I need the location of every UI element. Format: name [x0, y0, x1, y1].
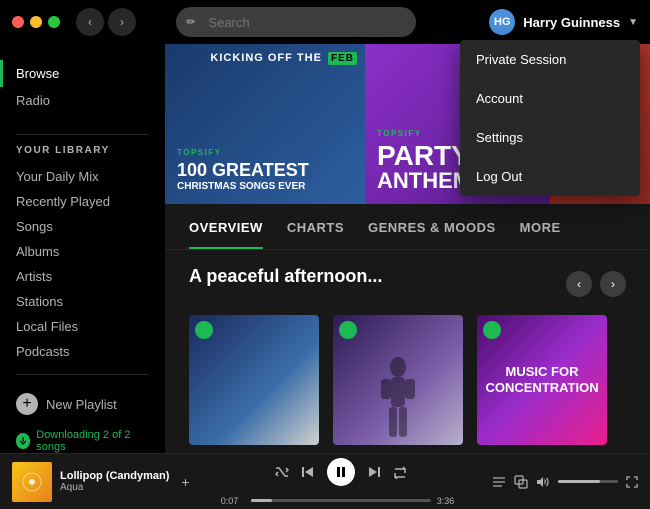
- tab-overview[interactable]: OVERVIEW: [189, 220, 263, 249]
- spotify-icon: [483, 321, 501, 339]
- sidebar: Browse Radio YOUR LIBRARY Your Daily Mix…: [0, 44, 165, 453]
- player-bar: Lollipop (Candyman) Aqua +: [0, 453, 650, 509]
- back-button[interactable]: ‹: [76, 8, 104, 36]
- queue-button[interactable]: [492, 475, 506, 489]
- hero-card1-title: 100 GREATEST: [177, 161, 353, 181]
- user-menu-trigger[interactable]: HG Harry Guinness ▼: [489, 9, 638, 35]
- repeat-button[interactable]: [393, 465, 407, 479]
- sidebar-item-albums[interactable]: Albums: [16, 239, 149, 264]
- volume-fill: [558, 480, 600, 483]
- play-pause-button[interactable]: [327, 458, 355, 486]
- spotify-icon: [195, 321, 213, 339]
- card-chilled-jazz[interactable]: Chilled Jazz Playlist: [333, 315, 463, 453]
- sidebar-divider-2: [16, 374, 149, 375]
- sidebar-divider-1: [16, 134, 149, 135]
- volume-button[interactable]: [536, 475, 550, 489]
- previous-button[interactable]: [301, 465, 315, 479]
- sidebar-library: Your Daily Mix Recently Played Songs Alb…: [0, 164, 165, 364]
- sidebar-item-stations[interactable]: Stations: [16, 289, 149, 314]
- sidebar-item-local-files[interactable]: Local Files: [16, 314, 149, 339]
- dropdown-item-logout[interactable]: Log Out: [460, 157, 640, 196]
- dropdown-item-account[interactable]: Account: [460, 79, 640, 118]
- devices-button[interactable]: [514, 475, 528, 489]
- plus-icon: +: [16, 393, 38, 415]
- chevron-down-icon: ▼: [628, 17, 638, 28]
- next-button[interactable]: [367, 465, 381, 479]
- player-buttons: [275, 458, 407, 486]
- progress-fill: [251, 499, 273, 502]
- maximize-button[interactable]: [48, 16, 60, 28]
- avatar: HG: [489, 9, 515, 35]
- progress-bar[interactable]: 0:07 3:36: [221, 496, 461, 506]
- username-label: Harry Guinness: [523, 15, 620, 30]
- player-track-title: Lollipop (Candyman): [60, 470, 169, 482]
- nav-buttons: ‹ ›: [76, 8, 136, 36]
- player-right-controls: [492, 475, 638, 489]
- progress-track[interactable]: [251, 499, 431, 502]
- minimize-button[interactable]: [30, 16, 42, 28]
- sidebar-main-nav: Browse Radio: [0, 60, 165, 114]
- dropdown-item-settings[interactable]: Settings: [460, 118, 640, 157]
- shuffle-button[interactable]: [275, 465, 289, 479]
- tab-genres-moods[interactable]: GENRES & MOODS: [368, 220, 496, 249]
- sidebar-section-label: YOUR LIBRARY: [0, 145, 165, 156]
- section-header: A peaceful afternoon... ‹ ›: [189, 266, 626, 301]
- sidebar-item-artists[interactable]: Artists: [16, 264, 149, 289]
- dropdown-menu: Private Session Account Settings Log Out: [460, 40, 640, 196]
- player-controls: 0:07 3:36: [198, 458, 484, 506]
- download-icon: [16, 433, 30, 449]
- spotify-icon: [339, 321, 357, 339]
- traffic-lights: [12, 16, 60, 28]
- fullscreen-button[interactable]: [626, 476, 638, 488]
- hero-card1-subtitle: CHRISTMAS SONGS EVER: [177, 181, 353, 192]
- concentration-card-text: Music ForConcentration: [479, 364, 604, 395]
- total-time: 3:36: [437, 496, 461, 506]
- title-bar: ‹ › ✏ HG Harry Guinness ▼: [0, 0, 650, 44]
- player-artist: Aqua: [60, 482, 169, 493]
- album-art: [12, 462, 52, 502]
- forward-button[interactable]: ›: [108, 8, 136, 36]
- sidebar-item-songs[interactable]: Songs: [16, 214, 149, 239]
- sidebar-item-radio[interactable]: Radio: [16, 87, 149, 114]
- volume-bar[interactable]: [558, 480, 618, 483]
- sidebar-item-daily-mix[interactable]: Your Daily Mix: [16, 164, 149, 189]
- prev-arrow-button[interactable]: ‹: [566, 271, 592, 297]
- browse-section: A peaceful afternoon... ‹ › Peaceful Pia…: [165, 250, 650, 453]
- search-input[interactable]: [176, 7, 416, 37]
- player-info: Lollipop (Candyman) Aqua: [60, 470, 169, 493]
- sidebar-item-podcasts[interactable]: Podcasts: [16, 339, 149, 364]
- cards-row: Peaceful Piano Playlist: [189, 315, 626, 453]
- next-arrow-button[interactable]: ›: [600, 271, 626, 297]
- card-peaceful-piano[interactable]: Peaceful Piano Playlist: [189, 315, 319, 453]
- card-music-concentration[interactable]: Music ForConcentration Music For Concent…: [477, 315, 607, 453]
- tab-more[interactable]: MORE: [520, 220, 561, 249]
- dropdown-item-private-session[interactable]: Private Session: [460, 40, 640, 79]
- search-bar: ✏: [176, 7, 416, 37]
- section-title: A peaceful afternoon...: [189, 266, 382, 287]
- tabs-bar: OVERVIEW CHARTS GENRES & MOODS MORE: [165, 204, 650, 250]
- close-button[interactable]: [12, 16, 24, 28]
- tab-charts[interactable]: CHARTS: [287, 220, 344, 249]
- sidebar-item-browse[interactable]: Browse: [0, 60, 149, 87]
- sidebar-item-recently-played[interactable]: Recently Played: [16, 189, 149, 214]
- search-icon: ✏: [186, 16, 195, 29]
- section-nav: ‹ ›: [566, 271, 626, 297]
- current-time: 0:07: [221, 496, 245, 506]
- add-to-library-button[interactable]: +: [181, 474, 189, 490]
- hero-card-1[interactable]: KICKING OFF THE FEB TOPSIFY 100 GREATEST…: [165, 44, 365, 204]
- downloading-status: Downloading 2 of 2 songs: [0, 423, 165, 453]
- new-playlist-button[interactable]: + New Playlist: [0, 385, 165, 423]
- hero-card1-topsify: TOPSIFY: [177, 148, 353, 157]
